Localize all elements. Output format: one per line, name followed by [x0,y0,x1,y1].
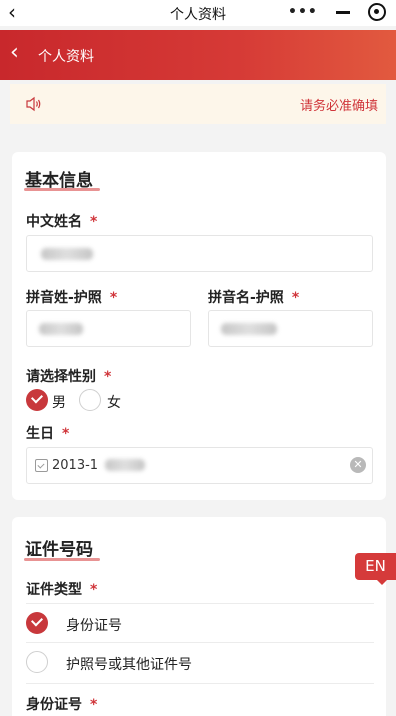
obscured-value [105,459,145,471]
pinyin-given-name-input[interactable] [208,310,373,347]
speaker-icon [26,96,41,112]
basic-info-card: 基本信息 中文姓名 * 拼音姓-护照 * 拼音名-护照 * 请选择性别 * 男 女 生日… [12,152,386,500]
calendar-icon [35,459,48,472]
id-info-card: 证件号码 证件类型 * 身份证号 护照号或其他证件号 身份证号 * [12,517,386,716]
chinese-name-label: 中文姓名 * [26,214,98,230]
gender-female-label[interactable]: 女 [107,392,121,412]
doc-type-label: 证件类型 * [26,582,98,598]
page-title: 个人资料 [38,49,94,65]
obscured-value [41,248,93,260]
target-close-icon[interactable] [367,3,386,21]
section-title-underline [24,188,100,191]
more-dots-icon[interactable]: ••• [288,4,318,20]
doc-type-passport-radio[interactable] [26,651,48,673]
divider [26,683,374,684]
gender-male-radio[interactable] [26,389,48,411]
section-title-underline [24,558,100,561]
doc-type-id-card-radio[interactable] [26,612,48,634]
page-header: ‹ 个人资料 [0,30,396,80]
required-mark: * [90,697,98,713]
back-chevron-icon[interactable]: ‹ [10,39,19,67]
id-number-label: 身份证号 * [26,697,98,713]
required-mark: * [90,214,98,230]
doc-type-id-card-label[interactable]: 身份证号 [66,615,122,635]
pinyin-given-name-label: 拼音名-护照 * [208,290,300,306]
section-title-id-info: 证件号码 [25,540,93,560]
required-mark: * [291,290,300,306]
divider [26,642,374,643]
gender-male-label[interactable]: 男 [52,392,66,412]
language-toggle-button[interactable]: EN [355,553,396,585]
birthday-value: 2013-1 [52,458,99,473]
gender-label: 请选择性别 * [26,369,112,385]
required-mark: * [104,369,112,385]
minimize-icon[interactable] [335,10,350,14]
gender-female-radio[interactable] [79,389,101,411]
chinese-name-input[interactable] [26,235,373,272]
obscured-value [39,323,83,335]
wechat-capsule: ••• [282,1,392,23]
birthday-date-input[interactable]: 2013-1 ✕ [26,447,373,484]
clear-icon[interactable]: ✕ [350,457,366,473]
divider [26,603,374,604]
notice-text: 请务必准确填 [299,99,378,114]
required-mark: * [109,290,118,306]
notice-banner: 请务必准确填 [10,84,386,124]
pinyin-surname-label: 拼音姓-护照 * [26,290,118,306]
pinyin-surname-input[interactable] [26,310,191,347]
doc-type-passport-label[interactable]: 护照号或其他证件号 [66,654,192,674]
wechat-nav-bar: ‹ 个人资料 ••• [0,0,396,26]
required-mark: * [90,582,98,598]
birthday-label: 生日 * [26,426,70,442]
required-mark: * [62,426,70,442]
obscured-value [221,323,277,335]
